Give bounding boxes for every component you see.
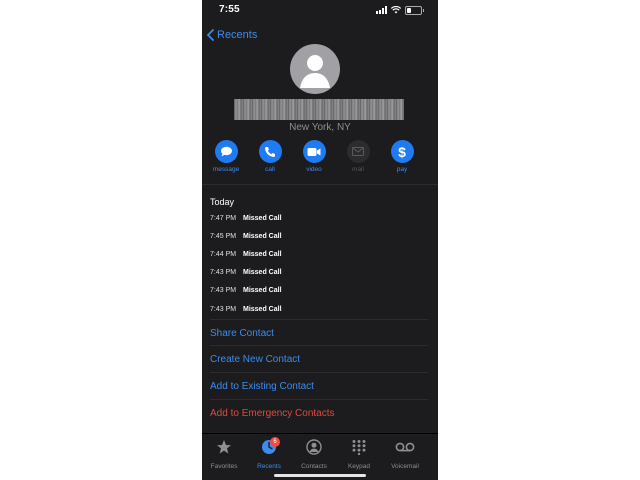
status-bar: 7:55 [202,0,438,20]
call-time: 7:43 PM [210,286,237,294]
wifi-icon [391,6,401,14]
call-details-card: Today 7:47 PM Missed Call 7:45 PM Missed… [202,185,438,427]
video-label: video [306,166,322,173]
call-row: 7:45 PM Missed Call [210,230,282,242]
call-status: Missed Call [243,250,282,258]
tab-label: Voicemail [391,463,419,470]
call-status: Missed Call [243,268,282,276]
star-icon [217,440,231,454]
add-to-existing-contact-button[interactable]: Add to Existing Contact [210,372,428,399]
person-circle-icon [306,439,322,455]
call-row: 7:44 PM Missed Call [210,248,282,260]
status-time: 7:55 [219,4,240,15]
history-heading: Today [210,197,235,207]
status-icons [376,5,424,15]
chevron-left-icon [207,29,214,41]
call-row: 7:43 PM Missed Call [210,303,282,315]
call-row: 7:43 PM Missed Call [210,266,282,278]
person-silhouette-icon [300,55,330,88]
tab-keypad[interactable]: Keypad [337,439,381,470]
tab-label: Keypad [347,463,371,470]
call-time: 7:45 PM [210,232,237,240]
tab-bar: Favorites 6 Recents Contacts Keypad Voic… [202,433,438,480]
action-buttons: message call video mail $ pay [202,140,438,180]
message-button[interactable]: message [206,140,246,173]
call-status: Missed Call [243,232,282,240]
tab-voicemail[interactable]: Voicemail [383,439,427,470]
back-label: Recents [217,29,258,41]
home-indicator [274,474,366,477]
call-time: 7:43 PM [210,268,237,276]
back-button[interactable]: Recents [207,29,257,41]
call-status: Missed Call [243,305,282,313]
call-row: 7:47 PM Missed Call [210,212,282,224]
call-time: 7:43 PM [210,305,237,313]
pay-label: pay [396,166,408,173]
mail-icon [352,147,364,156]
tab-label: Recents [257,463,281,470]
voicemail-icon [395,442,415,452]
call-status: Missed Call [243,286,282,294]
tab-contacts[interactable]: Contacts [292,439,336,470]
contact-location: New York, NY [289,122,351,133]
call-time: 7:44 PM [210,250,237,258]
create-new-contact-button[interactable]: Create New Contact [210,345,428,372]
tab-favorites[interactable]: Favorites [202,439,246,470]
battery-icon [405,5,424,15]
phone-screen: 7:55 Recents New York, NY message call v… [202,0,438,480]
add-to-emergency-contacts-button[interactable]: Add to Emergency Contacts [210,399,428,426]
video-icon [307,147,321,156]
contact-name-redacted [234,99,404,120]
call-row: 7:43 PM Missed Call [210,284,282,296]
tab-label: Favorites [210,463,238,470]
keypad-icon [352,440,366,456]
avatar [290,44,340,94]
call-label: call [265,166,275,173]
call-status: Missed Call [243,214,282,222]
mail-label: mail [352,166,364,173]
message-icon [220,146,232,156]
mail-button[interactable]: mail [338,140,378,173]
video-button[interactable]: video [294,140,334,173]
message-label: message [212,166,240,173]
tab-label: Contacts [301,463,327,470]
share-contact-button[interactable]: Share Contact [210,319,428,346]
recents-badge: 6 [270,437,280,447]
signal-icon [376,6,387,14]
phone-icon [265,146,275,157]
dollar-icon: $ [398,143,406,160]
call-time: 7:47 PM [210,214,237,222]
tab-recents[interactable]: 6 Recents [247,437,291,470]
call-button[interactable]: call [250,140,290,173]
pay-button[interactable]: $ pay [382,140,422,173]
